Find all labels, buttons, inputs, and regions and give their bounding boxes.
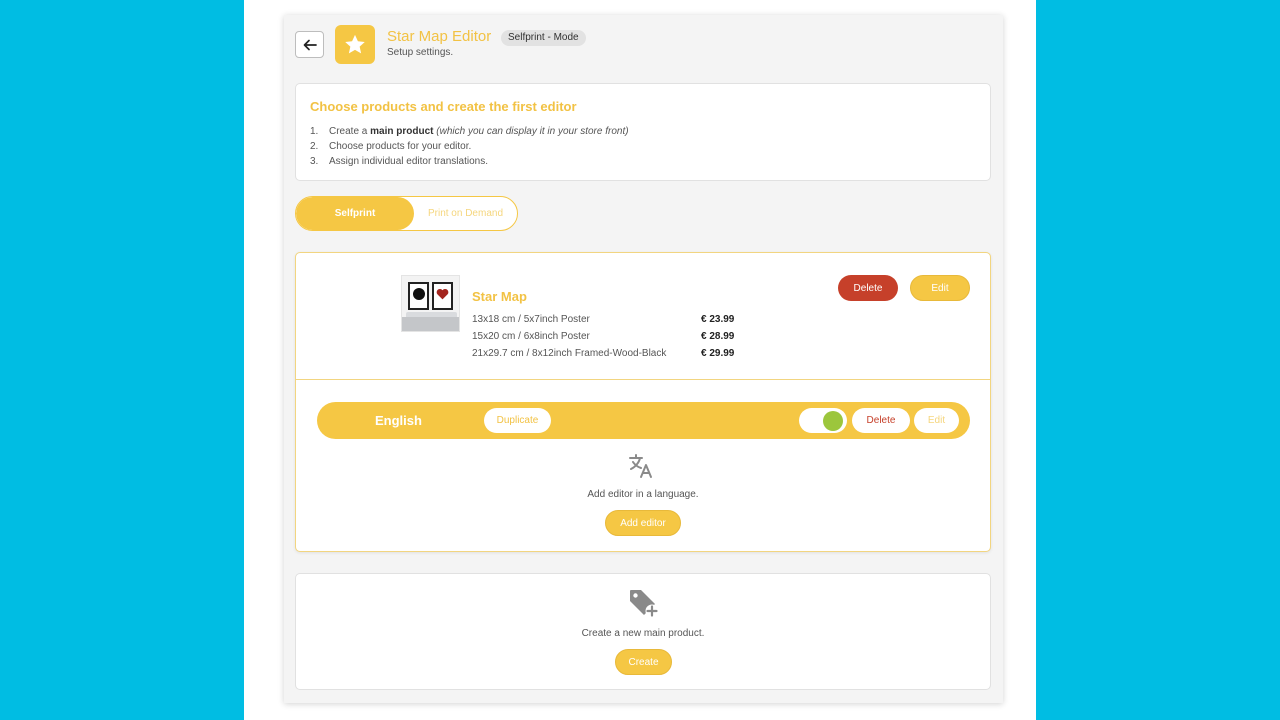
step-number: 1. (310, 126, 319, 137)
divider (296, 379, 990, 380)
star-icon (345, 34, 365, 54)
add-language-hint: Add editor in a language. (587, 489, 699, 500)
product-card: Star Map 13x18 cm / 5x7inch Poster € 23.… (295, 252, 991, 552)
add-editor-button[interactable]: Add editor (605, 510, 681, 536)
step-number: 2. (310, 141, 319, 152)
duplicate-button[interactable]: Duplicate (484, 408, 551, 433)
tab-selfprint[interactable]: Selfprint (296, 197, 414, 230)
list-item: 21x29.7 cm / 8x12inch Framed-Wood-Black … (472, 345, 747, 362)
edit-language-button[interactable]: Edit (914, 408, 959, 433)
product-name: Star Map (472, 289, 527, 304)
variant-name: 21x29.7 cm / 8x12inch Framed-Wood-Black (472, 348, 667, 359)
page-title: Star Map Editor (387, 28, 492, 45)
translate-icon (629, 454, 652, 478)
list-item: 15x20 cm / 6x8inch Poster € 28.99 (472, 328, 747, 345)
edit-product-button[interactable]: Edit (910, 275, 970, 301)
delete-language-button[interactable]: Delete (852, 408, 910, 433)
instructions-card: Choose products and create the first edi… (295, 83, 991, 181)
tab-print-on-demand[interactable]: Print on Demand (414, 197, 517, 230)
instructions-heading: Choose products and create the first edi… (310, 99, 577, 114)
step-item: 1. Create a main product (which you can … (310, 124, 629, 139)
step-text: Assign individual editor translations. (329, 156, 488, 167)
toggle-knob (823, 410, 843, 431)
mode-toggle: Selfprint Print on Demand (295, 196, 518, 231)
instructions-steps: 1. Create a main product (which you can … (310, 124, 629, 169)
language-editor-row: English Duplicate Delete Edit (317, 402, 970, 439)
step-item: 2. Choose products for your editor. (310, 139, 629, 154)
product-thumbnail (401, 275, 460, 332)
variant-name: 15x20 cm / 6x8inch Poster (472, 331, 590, 342)
variant-price: € 29.99 (701, 348, 735, 359)
arrow-left-icon (303, 39, 317, 50)
variant-price: € 23.99 (701, 314, 735, 325)
tag-plus-icon (630, 590, 659, 618)
step-text: Choose products for your editor. (329, 141, 472, 152)
language-enabled-toggle[interactable] (799, 408, 847, 433)
create-product-card: Create a new main product. Create (295, 573, 991, 690)
list-item: 13x18 cm / 5x7inch Poster € 23.99 (472, 311, 747, 328)
step-number: 3. (310, 156, 319, 167)
page-subtitle: Setup settings. (387, 47, 454, 58)
variant-price: € 28.99 (701, 331, 735, 342)
create-product-hint: Create a new main product. (581, 628, 705, 639)
mode-badge: Selfprint - Mode (501, 30, 586, 46)
variant-list: 13x18 cm / 5x7inch Poster € 23.99 15x20 … (472, 311, 747, 362)
app-window: Star Map Editor Selfprint - Mode Setup s… (284, 15, 1003, 703)
back-button[interactable] (295, 31, 324, 58)
create-button[interactable]: Create (615, 649, 672, 675)
step-text: Create a main product (which you can dis… (329, 126, 629, 137)
app-logo (335, 25, 375, 64)
step-item: 3. Assign individual editor translations… (310, 154, 629, 169)
variant-name: 13x18 cm / 5x7inch Poster (472, 314, 590, 325)
language-name: English (375, 413, 422, 428)
delete-product-button[interactable]: Delete (838, 275, 898, 301)
